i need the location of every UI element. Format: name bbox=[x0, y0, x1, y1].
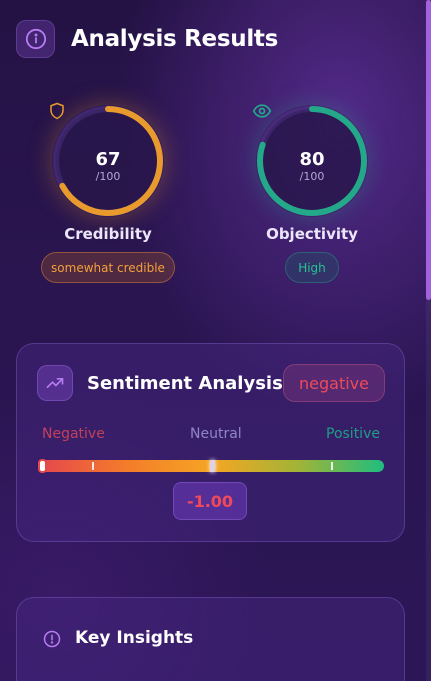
scale-tick bbox=[92, 462, 94, 470]
trending-up-icon bbox=[37, 365, 73, 401]
scale-tick bbox=[331, 462, 333, 470]
scale-tick-neutral bbox=[210, 460, 215, 472]
alert-circle-icon bbox=[43, 630, 61, 652]
insights-title: Key Insights bbox=[75, 628, 194, 648]
objectivity-badge: High bbox=[285, 252, 339, 283]
sentiment-marker bbox=[38, 459, 47, 473]
insights-card: Key Insights bbox=[16, 597, 405, 681]
objectivity-score: 80 bbox=[299, 149, 325, 170]
info-icon bbox=[16, 20, 55, 58]
credibility-score: 67 bbox=[95, 149, 121, 170]
objectivity-gauge: 80 /100 bbox=[252, 101, 372, 221]
scrollbar-thumb[interactable] bbox=[426, 0, 431, 300]
scrollbar[interactable] bbox=[426, 0, 431, 681]
objectivity-max: /100 bbox=[299, 170, 325, 183]
credibility-badge: somewhat credible bbox=[41, 252, 175, 283]
scale-label-neutral: Neutral bbox=[190, 426, 242, 442]
scale-label-negative: Negative bbox=[42, 426, 105, 442]
sentiment-title: Sentiment Analysis bbox=[87, 373, 283, 394]
page-title: Analysis Results bbox=[71, 26, 278, 52]
sentiment-scale-bar bbox=[38, 459, 384, 473]
credibility-max: /100 bbox=[95, 170, 121, 183]
scale-label-positive: Positive bbox=[326, 426, 380, 442]
sentiment-badge: negative bbox=[283, 364, 385, 402]
credibility-label: Credibility bbox=[64, 225, 152, 243]
sentiment-score: -1.00 bbox=[173, 482, 247, 520]
objectivity-label: Objectivity bbox=[266, 225, 358, 243]
sentiment-card: Sentiment Analysis negative Negative Neu… bbox=[16, 343, 405, 542]
page-header: Analysis Results bbox=[16, 20, 278, 58]
credibility-gauge: 67 /100 bbox=[48, 101, 168, 221]
